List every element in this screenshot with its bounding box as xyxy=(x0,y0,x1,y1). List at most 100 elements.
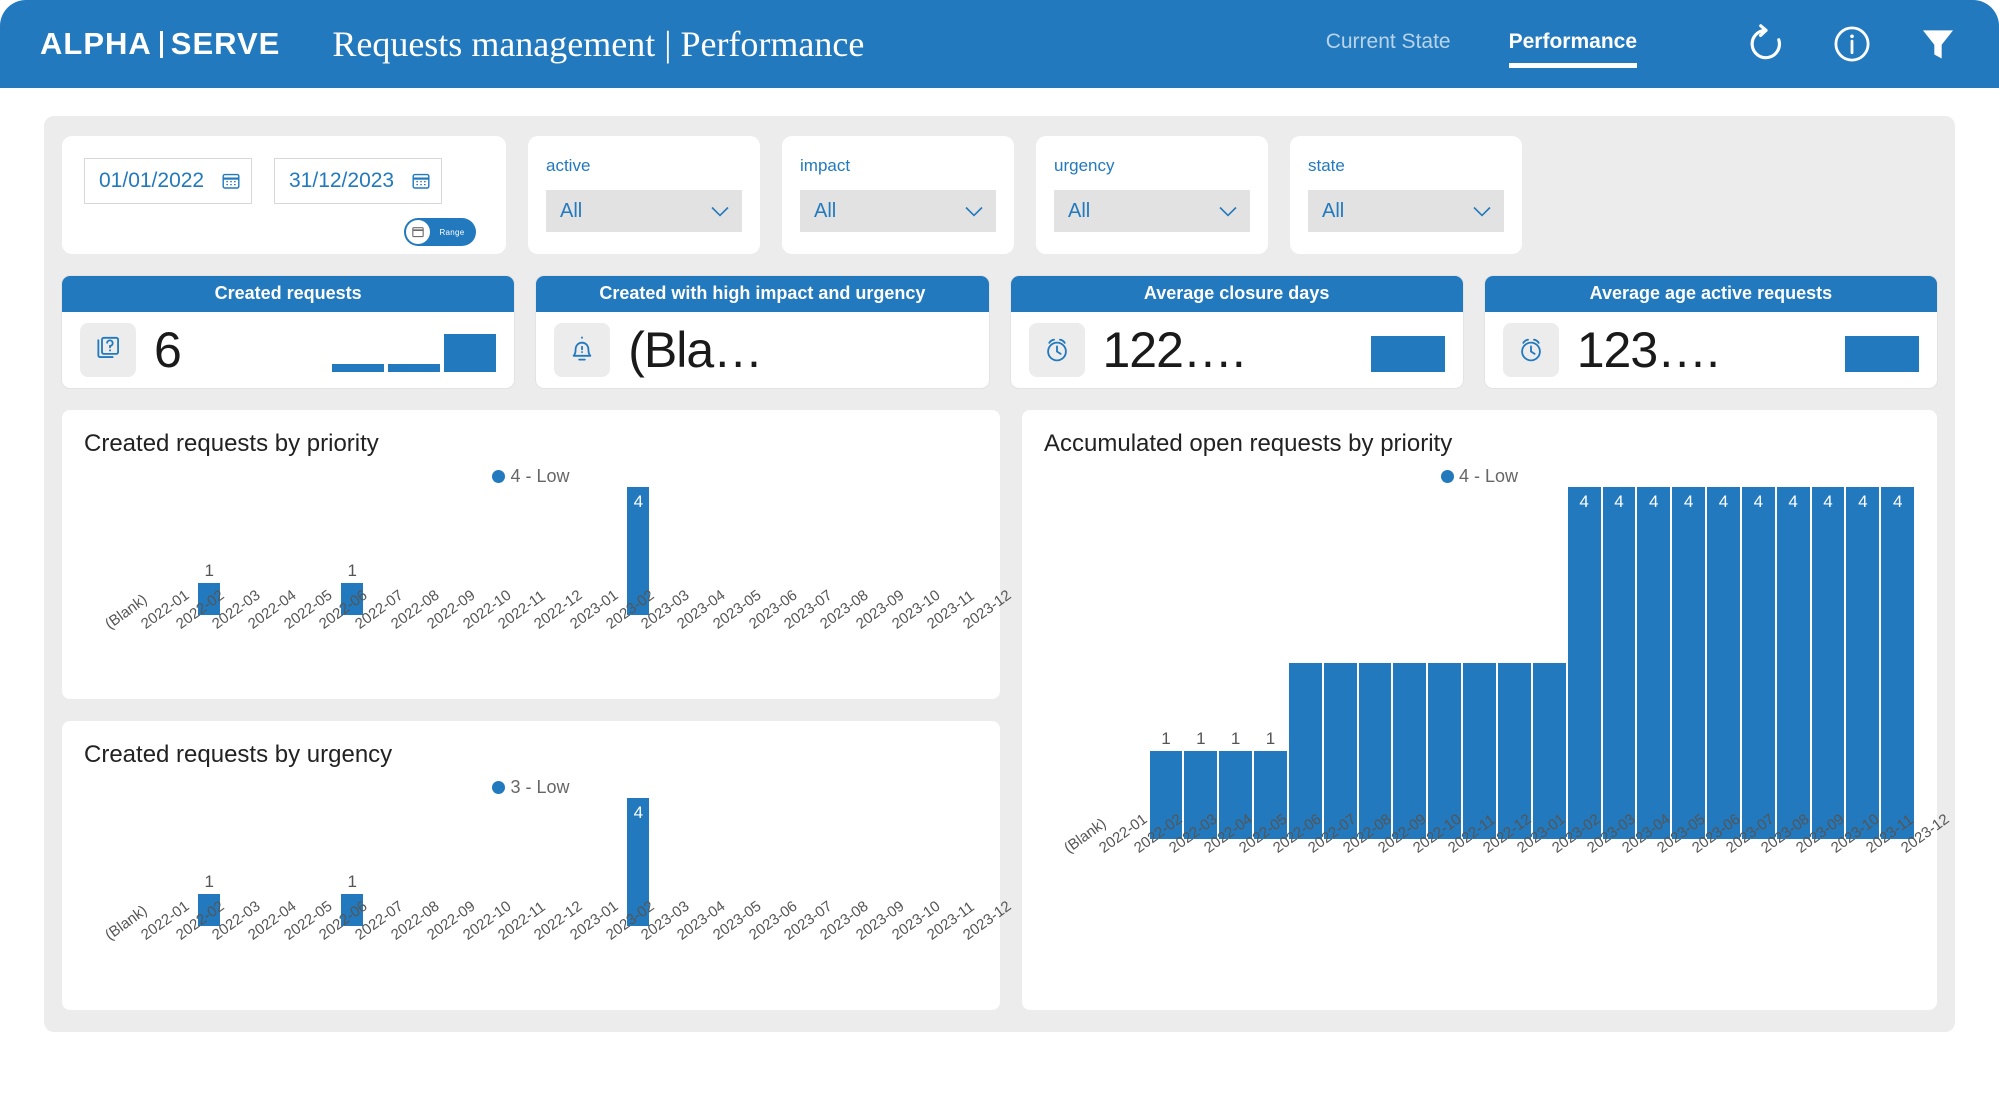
chart-bar-cell[interactable]: 1 xyxy=(1253,487,1288,839)
kpi-high-impact-urgency[interactable]: Created with high impact and urgency (Bl… xyxy=(536,276,989,388)
x-axis-tick: (Blank) xyxy=(84,591,150,689)
kpi-high-impact-urgency-value: (Bla… xyxy=(628,322,763,378)
date-to-input[interactable]: 31/12/2023 xyxy=(274,158,442,204)
chart-bar-cell[interactable]: 2 xyxy=(1358,487,1393,839)
x-axis-tick: 2022-09 xyxy=(406,898,479,1000)
chart-x-axis: (Blank) 2022-01 2022-02 2022-03 2022-04 2022-… xyxy=(84,587,1015,689)
chart-title: Created requests by priority xyxy=(84,430,379,457)
chart-bar-cell[interactable]: 2 xyxy=(1497,487,1532,839)
chart-bar-cell[interactable] xyxy=(1044,487,1079,839)
chart-bar-cell[interactable]: 4 xyxy=(1636,487,1671,839)
x-axis-tick: 2023-10 xyxy=(871,587,944,689)
chart-bar-cell[interactable]: 4 xyxy=(1567,487,1602,839)
bar-value-label: 1 xyxy=(1265,729,1276,748)
date-range-toggle[interactable]: Range xyxy=(404,218,476,246)
filter-urgency-value: All xyxy=(1068,199,1091,222)
chart-bar-cell[interactable]: 1 xyxy=(1149,487,1184,839)
chart-bar-cell[interactable]: 4 xyxy=(1602,487,1637,839)
chart-bar[interactable]: 4 xyxy=(1881,487,1915,839)
chart-bar[interactable]: 4 xyxy=(1707,487,1740,839)
kpi-average-age-active-requests[interactable]: Average age active requests 123…. xyxy=(1484,276,1937,388)
filter-state: state All xyxy=(1290,136,1522,254)
filter-active-select[interactable]: All xyxy=(546,190,742,232)
chart-bar[interactable]: 2 xyxy=(1463,493,1496,839)
tab-performance[interactable]: Performance xyxy=(1508,4,1638,84)
chart-legend: 4 - Low xyxy=(1044,466,1915,487)
calendar-icon xyxy=(411,171,431,191)
x-axis-tick: 2022-02 xyxy=(156,587,228,689)
kpi-average-closure-days-sparkline xyxy=(1370,328,1445,372)
x-axis-tick: 2023-05 xyxy=(692,587,765,689)
chart-bar-cell[interactable] xyxy=(1079,487,1114,839)
chart-bar-cell[interactable]: 2 xyxy=(1532,487,1567,839)
kpi-average-age-active-requests-body: 123…. xyxy=(1485,312,1937,388)
chart-bar-cell[interactable]: 4 xyxy=(1845,487,1880,839)
chart-bar-cell[interactable]: 2 xyxy=(1288,487,1323,839)
chart-bar[interactable]: 2 xyxy=(1288,493,1322,839)
kpi-average-age-active-requests-sparkline xyxy=(1845,328,1919,372)
legend-swatch xyxy=(492,781,506,794)
kpi-created-requests-body: 6 xyxy=(62,312,514,388)
chart-bar-cell[interactable]: 2 xyxy=(1462,487,1497,839)
bar-value-label: 1 xyxy=(204,561,214,580)
chart-bar-cell[interactable]: 4 xyxy=(1671,487,1706,839)
chart-bar-cell[interactable] xyxy=(84,798,120,926)
filter-state-select[interactable]: All xyxy=(1308,190,1504,232)
x-axis-tick: 2023-01 xyxy=(1497,811,1569,913)
chart-bar[interactable]: 4 xyxy=(1567,487,1601,839)
chart-bar-cell[interactable]: 4 xyxy=(1741,487,1776,839)
chart-bar-cell[interactable]: 4 xyxy=(1880,487,1915,839)
x-axis-tick: 2022-12 xyxy=(513,587,586,689)
chart-bar-cell[interactable]: 1 xyxy=(1183,487,1218,839)
chart-bar[interactable]: 4 xyxy=(1811,487,1845,839)
chart-bar[interactable]: 4 xyxy=(1637,487,1671,839)
filter-impact-value: All xyxy=(814,199,837,222)
bar-value-label: 4 xyxy=(633,803,644,822)
kpi-created-requests-sparkline xyxy=(332,328,497,372)
chart-legend: 4 - Low xyxy=(84,466,978,487)
chart-bar-cell[interactable]: 4 xyxy=(1776,487,1811,839)
chart-bar[interactable]: 2 xyxy=(1532,493,1566,839)
chart-title: Created requests by urgency xyxy=(84,741,393,768)
x-axis-tick: 2022-03 xyxy=(191,587,264,689)
header-nav: Current State Performance xyxy=(1326,4,1638,84)
chart-bar[interactable]: 4 xyxy=(1741,487,1775,839)
info-icon[interactable] xyxy=(1831,23,1873,65)
chart-bar-cell[interactable]: 1 xyxy=(1218,487,1253,839)
kpi-created-requests[interactable]: Created requests 6 xyxy=(62,276,515,388)
chart-bar-cell[interactable]: 2 xyxy=(1392,487,1427,839)
chart-bar-cell[interactable]: 4 xyxy=(1706,487,1741,839)
filter-impact-select[interactable]: All xyxy=(800,190,996,232)
chart-x-axis: (Blank) 2022-01 2022-02 2022-03 2022-04 2022-… xyxy=(1044,811,1952,913)
refresh-icon[interactable] xyxy=(1745,23,1787,65)
filter-impact: impact All xyxy=(782,136,1014,254)
filter-urgency-select[interactable]: All xyxy=(1054,190,1250,232)
app-header: ALPHA SERVE Requests management | Perfor… xyxy=(0,0,1999,88)
chart-bar[interactable]: 4 xyxy=(1602,487,1636,839)
chart-bar[interactable]: 4 xyxy=(1776,487,1810,839)
logo-divider xyxy=(159,30,163,58)
bar-value-label: 2 xyxy=(1335,492,1345,511)
legend-label: 4 - Low xyxy=(1458,466,1519,486)
filter-state-label: state xyxy=(1308,156,1345,175)
x-axis-tick: 2023-09 xyxy=(1776,811,1848,913)
x-axis-tick: 2023-12 xyxy=(942,587,1015,689)
kpi-average-closure-days[interactable]: Average closure days 122…. xyxy=(1010,276,1463,388)
chart-x-axis: (Blank) 2022-01 2022-02 2022-03 2022-04 2022-… xyxy=(84,898,1015,1000)
chart-bar-cell[interactable] xyxy=(84,487,120,615)
chart-bar[interactable]: 4 xyxy=(1846,487,1880,839)
chart-bar-cell[interactable]: 2 xyxy=(1323,487,1358,839)
filter-urgency-label: urgency xyxy=(1054,156,1115,175)
chart-bar-cell[interactable]: 2 xyxy=(1427,487,1462,839)
date-from-input[interactable]: 01/01/2022 xyxy=(84,158,252,204)
x-axis-tick: 2023-06 xyxy=(728,898,801,1000)
chart-bar-cell[interactable] xyxy=(1114,487,1149,839)
chart-bar-cell[interactable]: 4 xyxy=(1811,487,1846,839)
kpi-high-impact-urgency-title: Created with high impact and urgency xyxy=(536,276,989,312)
legend-swatch xyxy=(492,470,506,483)
tab-current-state[interactable]: Current State xyxy=(1326,4,1451,84)
chart-bar[interactable]: 4 xyxy=(1672,487,1706,839)
filter-icon[interactable] xyxy=(1917,23,1959,65)
x-axis-tick: 2023-03 xyxy=(620,587,693,689)
filter-active: active All xyxy=(528,136,760,254)
